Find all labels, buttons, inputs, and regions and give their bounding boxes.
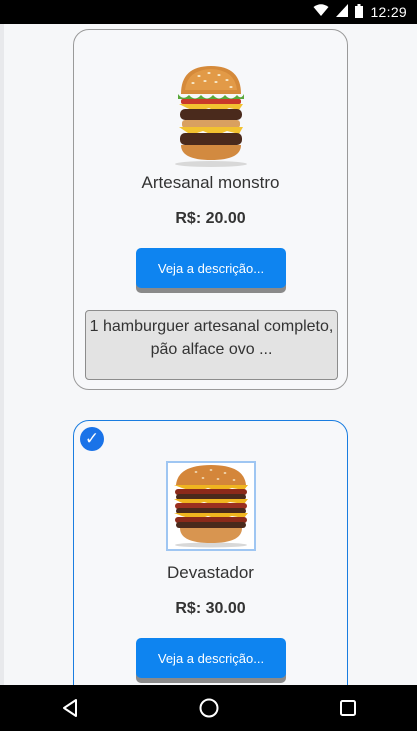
product-price: R$: 30.00 (175, 600, 246, 617)
wifi-icon (313, 4, 329, 20)
product-description: 1 hamburguer artesanal completo, pão alf… (85, 310, 338, 380)
product-card[interactable]: Artesanal monstro R$: 20.00 Veja a descr… (73, 29, 348, 390)
check-icon: ✓ (80, 427, 104, 451)
status-bar: 12:29 (0, 0, 417, 24)
product-price: R$: 20.00 (175, 210, 246, 227)
product-card-selected[interactable]: ✓ Devastador R$: 30.00 Veja a descrição.… (73, 420, 348, 685)
status-icons: 12:29 (313, 0, 407, 24)
back-icon[interactable] (40, 685, 100, 731)
navigation-bar (0, 685, 417, 731)
home-icon[interactable] (179, 685, 239, 731)
product-name: Devastador (167, 563, 254, 582)
view-description-button[interactable]: Veja a descrição... (136, 248, 286, 288)
view-description-button[interactable]: Veja a descrição... (136, 638, 286, 678)
burger-image (165, 461, 256, 551)
battery-icon (355, 3, 364, 21)
status-time: 12:29 (370, 4, 407, 20)
product-name: Artesanal monstro (141, 173, 280, 192)
product-list[interactable]: Artesanal monstro R$: 20.00 Veja a descr… (0, 24, 417, 685)
signal-icon (336, 4, 349, 20)
burger-image (169, 64, 253, 168)
scrollbar[interactable] (0, 24, 4, 685)
recents-icon[interactable] (318, 685, 378, 731)
